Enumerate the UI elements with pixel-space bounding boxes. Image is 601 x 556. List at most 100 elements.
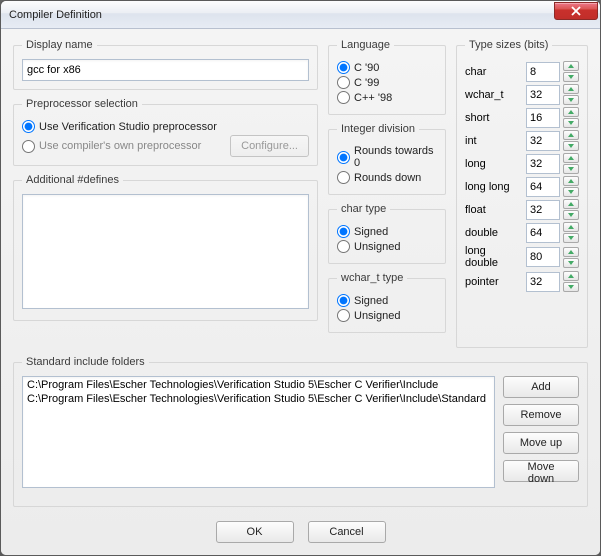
type-size-label-double: double (465, 227, 520, 239)
type-size-label-long: long (465, 158, 520, 170)
defines-textarea[interactable] (22, 194, 309, 309)
defines-legend: Additional #defines (22, 174, 123, 186)
type-size-down-wchar_t[interactable] (563, 95, 579, 105)
dialog-body: Display name Preprocessor selection Use … (1, 29, 600, 555)
type-size-row-int: int (465, 130, 579, 151)
type-size-spinner-wchar_t (526, 84, 579, 105)
intdiv-towards0-label: Rounds towards 0 (354, 145, 437, 169)
type-size-label-wchar_t: wchar_t (465, 89, 520, 101)
remove-button[interactable]: Remove (503, 404, 579, 426)
type-size-row-long_long: long long (465, 176, 579, 197)
lang-c99-radio[interactable] (337, 76, 350, 89)
type-size-down-char[interactable] (563, 72, 579, 82)
type-size-input-float[interactable] (526, 200, 560, 220)
intdiv-down-radio[interactable] (337, 171, 350, 184)
preprocessor-group: Preprocessor selection Use Verification … (13, 98, 318, 166)
lang-c99-label: C '99 (354, 77, 379, 89)
chartype-unsigned-radio[interactable] (337, 240, 350, 253)
type-size-row-double: double (465, 222, 579, 243)
display-name-group: Display name (13, 39, 318, 90)
type-size-down-short[interactable] (563, 118, 579, 128)
display-name-input[interactable] (22, 59, 309, 81)
type-size-spinner-pointer (526, 271, 579, 292)
type-size-spinner-float (526, 199, 579, 220)
chartype-signed-label: Signed (354, 226, 388, 238)
type-size-row-short: short (465, 107, 579, 128)
lang-cpp98-radio[interactable] (337, 91, 350, 104)
type-size-spinner-long_double (526, 247, 579, 268)
pp-studio-label: Use Verification Studio preprocessor (39, 121, 217, 133)
type-size-label-long_double: long double (465, 245, 520, 269)
wchartype-signed-radio[interactable] (337, 294, 350, 307)
wchartype-unsigned-label: Unsigned (354, 310, 400, 322)
chartype-signed-radio[interactable] (337, 225, 350, 238)
type-size-down-float[interactable] (563, 210, 579, 220)
intdiv-legend: Integer division (337, 123, 419, 135)
language-legend: Language (337, 39, 394, 51)
type-size-up-float[interactable] (563, 199, 579, 209)
type-size-spinner-long (526, 153, 579, 174)
type-size-input-char[interactable] (526, 62, 560, 82)
move-down-button[interactable]: Move down (503, 460, 579, 482)
type-size-up-double[interactable] (563, 222, 579, 232)
type-size-input-long_long[interactable] (526, 177, 560, 197)
defines-group: Additional #defines (13, 174, 318, 321)
type-size-up-int[interactable] (563, 130, 579, 140)
type-size-input-pointer[interactable] (526, 272, 560, 292)
type-size-up-wchar_t[interactable] (563, 84, 579, 94)
type-size-label-pointer: pointer (465, 276, 520, 288)
wchartype-group: wchar_t type Signed Unsigned (328, 272, 446, 333)
type-size-label-int: int (465, 135, 520, 147)
type-size-down-long_long[interactable] (563, 187, 579, 197)
type-size-down-long_double[interactable] (563, 258, 579, 268)
type-size-spinner-short (526, 107, 579, 128)
chartype-group: char type Signed Unsigned (328, 203, 446, 264)
type-size-input-long_double[interactable] (526, 247, 560, 267)
type-size-row-pointer: pointer (465, 271, 579, 292)
titlebar: Compiler Definition (1, 1, 600, 29)
type-size-input-double[interactable] (526, 223, 560, 243)
type-size-label-short: short (465, 112, 520, 124)
wchartype-legend: wchar_t type (337, 272, 407, 284)
configure-button: Configure... (230, 135, 309, 157)
preprocessor-legend: Preprocessor selection (22, 98, 142, 110)
type-size-up-pointer[interactable] (563, 271, 579, 281)
intdiv-group: Integer division Rounds towards 0 Rounds… (328, 123, 446, 195)
display-name-legend: Display name (22, 39, 97, 51)
type-size-down-pointer[interactable] (563, 282, 579, 292)
move-up-button[interactable]: Move up (503, 432, 579, 454)
type-size-input-long[interactable] (526, 154, 560, 174)
type-size-down-int[interactable] (563, 141, 579, 151)
close-button[interactable] (554, 2, 598, 20)
wchartype-unsigned-radio[interactable] (337, 309, 350, 322)
type-size-up-long_double[interactable] (563, 247, 579, 257)
include-folders-legend: Standard include folders (22, 356, 149, 368)
type-size-input-wchar_t[interactable] (526, 85, 560, 105)
type-size-up-long_long[interactable] (563, 176, 579, 186)
cancel-button[interactable]: Cancel (308, 521, 386, 543)
type-size-label-long_long: long long (465, 181, 520, 193)
type-size-input-short[interactable] (526, 108, 560, 128)
type-size-spinner-char (526, 61, 579, 82)
type-size-row-char: char (465, 61, 579, 82)
type-sizes-legend: Type sizes (bits) (465, 39, 552, 51)
type-size-down-long[interactable] (563, 164, 579, 174)
intdiv-down-label: Rounds down (354, 172, 421, 184)
ok-button[interactable]: OK (216, 521, 294, 543)
dialog-footer: OK Cancel (13, 515, 588, 545)
type-size-up-char[interactable] (563, 61, 579, 71)
include-folders-group: Standard include folders C:\Program File… (13, 356, 588, 507)
add-button[interactable]: Add (503, 376, 579, 398)
include-folders-list[interactable]: C:\Program Files\Escher Technologies\Ver… (22, 376, 495, 488)
compiler-definition-dialog: Compiler Definition Display name Preproc… (0, 0, 601, 556)
intdiv-towards0-radio[interactable] (337, 151, 350, 164)
type-size-up-short[interactable] (563, 107, 579, 117)
lang-c90-radio[interactable] (337, 61, 350, 74)
type-size-input-int[interactable] (526, 131, 560, 151)
type-sizes-group: Type sizes (bits) char wchar_tshort int lon… (456, 39, 588, 348)
type-size-down-double[interactable] (563, 233, 579, 243)
pp-own-radio[interactable] (22, 140, 35, 153)
pp-studio-radio[interactable] (22, 120, 35, 133)
type-size-up-long[interactable] (563, 153, 579, 163)
chartype-legend: char type (337, 203, 390, 215)
